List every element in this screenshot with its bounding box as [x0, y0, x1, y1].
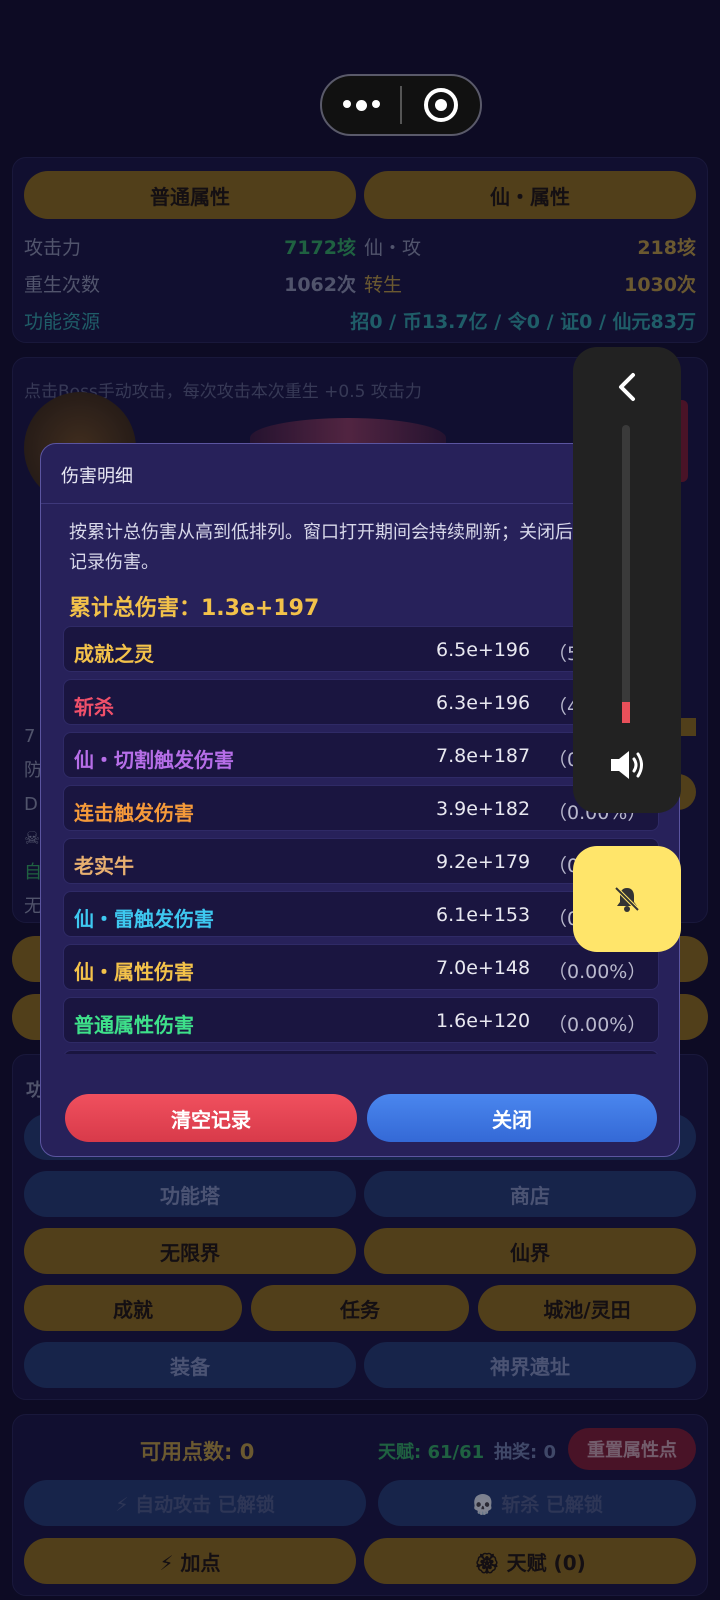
volume-panel — [573, 347, 681, 813]
damage-value: 3.9e+182 — [436, 798, 531, 820]
damage-value: 6.5e+196 — [436, 639, 531, 661]
clear-records-button[interactable]: 清空记录 — [65, 1094, 357, 1142]
damage-value: 7.0e+148 — [436, 957, 531, 979]
damage-value: 6.3e+196 — [436, 692, 531, 714]
reincarnate-value: 1030次 — [624, 274, 696, 296]
close-button[interactable]: 关闭 — [367, 1094, 657, 1142]
reset-points-button[interactable]: 重置属性点 — [568, 1428, 696, 1470]
imm-attack-label: 仙・攻 — [364, 237, 422, 259]
rebirth-value: 1062次 — [284, 274, 356, 296]
damage-value: 1.6e+120 — [436, 1010, 531, 1032]
tab-immortal-attr[interactable]: 仙・属性 — [364, 171, 696, 219]
chevron-left-icon[interactable] — [607, 367, 647, 407]
rebirth-label: 重生次数 — [24, 274, 101, 296]
bell-muted-icon — [614, 886, 640, 912]
menu-achievement-button[interactable]: 成就 — [24, 1285, 242, 1331]
damage-row: 仙・切割触发伤害7.8e+187（0.00%） — [63, 732, 659, 778]
talent-count: 天赋: 61/61 — [378, 1442, 485, 1463]
lottery-count: 抽奖: 0 — [494, 1442, 556, 1463]
damage-value: 6.1e+153 — [436, 904, 531, 926]
speaker-icon[interactable] — [601, 745, 651, 785]
add-points-button[interactable]: ⚡ 加点 — [24, 1538, 356, 1584]
total-damage: 累计总伤害：1.3e+197 — [69, 596, 320, 621]
damage-row: 普通属性伤害 1.6e+120 （0.00%） — [63, 997, 659, 1043]
mute-toggle[interactable] — [573, 846, 681, 952]
damage-source-name: 连击触发伤害 — [74, 801, 194, 825]
damage-source-name: 仙・雷触发伤害 — [74, 907, 214, 931]
damage-row: 仙・雷触发伤害6.1e+153（0.00%） — [63, 891, 659, 937]
damage-source-name: 成就之灵 — [74, 642, 154, 666]
damage-value: 9.2e+179 — [436, 851, 531, 873]
attack-value: 7172垓 — [284, 237, 356, 259]
damage-row: 斩杀6.3e+196（48.99%） — [63, 679, 659, 725]
resource-label: 功能资源 — [24, 311, 101, 333]
target-icon[interactable] — [402, 88, 480, 122]
menu-tower-button[interactable]: 功能塔 — [24, 1171, 356, 1217]
menu-task-button[interactable]: 任务 — [251, 1285, 469, 1331]
menu-shop-button[interactable]: 商店 — [364, 1171, 696, 1217]
damage-value: 7.8e+187 — [436, 745, 531, 767]
auto-attack-button[interactable]: ⚡ 自动攻击 已解锁 — [24, 1480, 366, 1526]
volume-slider[interactable] — [622, 425, 630, 723]
menu-immortal-realm-button[interactable]: 仙界 — [364, 1228, 696, 1274]
menu-equipment-button[interactable]: 装备 — [24, 1342, 356, 1388]
damage-row: 老实牛9.2e+179（0.00%） — [63, 838, 659, 884]
reincarnate-label: 转生 — [364, 274, 403, 296]
slay-button[interactable]: 💀 斩杀 已解锁 — [378, 1480, 696, 1526]
damage-source-name: 老实牛 — [74, 854, 134, 878]
damage-row: 仙・属性伤害 7.0e+148 （0.00%） — [63, 944, 659, 990]
tab-normal-attr[interactable]: 普通属性 — [24, 171, 356, 219]
damage-source-name: 仙・属性伤害 — [74, 960, 194, 984]
damage-source-name: 普通属性伤害 — [74, 1013, 194, 1037]
resource-value: 招0 / 币13.7亿 / 令0 / 证0 / 仙元83万 — [350, 311, 696, 333]
modal-description: 按累计总伤害从高到低排列。窗口打开期间会持续刷新；关闭后仍会继续记录伤害。 — [69, 522, 645, 573]
menu-city-button[interactable]: 城池/灵田 — [478, 1285, 696, 1331]
modal-title: 伤害明细 — [61, 466, 133, 487]
more-dots-icon[interactable] — [322, 99, 400, 111]
damage-percent: （0.00%） — [548, 961, 647, 983]
imm-attack-value: 218垓 — [637, 237, 696, 259]
damage-source-name: 仙・切割触发伤害 — [74, 748, 234, 772]
damage-percent: （0.00%） — [548, 1014, 647, 1036]
talent-button[interactable]: 🏵 天赋 (0) — [364, 1538, 696, 1584]
damage-row: 连击触发伤害 3.9e+182 （0.00%） — [63, 785, 659, 831]
menu-infinite-button[interactable]: 无限界 — [24, 1228, 356, 1274]
available-points: 可用点数: 0 — [140, 1440, 255, 1464]
volume-level — [622, 702, 630, 723]
menu-relic-button[interactable]: 神界遗址 — [364, 1342, 696, 1388]
attack-label: 攻击力 — [24, 237, 82, 259]
damage-row — [63, 1050, 659, 1054]
damage-source-name: 斩杀 — [74, 695, 114, 719]
damage-row: 成就之灵6.5e+196（51.00%） — [63, 626, 659, 672]
damage-list[interactable]: 成就之灵6.5e+196（51.00%）斩杀6.3e+196（48.99%）仙・… — [63, 626, 659, 1054]
miniprogram-capsule — [320, 74, 482, 136]
